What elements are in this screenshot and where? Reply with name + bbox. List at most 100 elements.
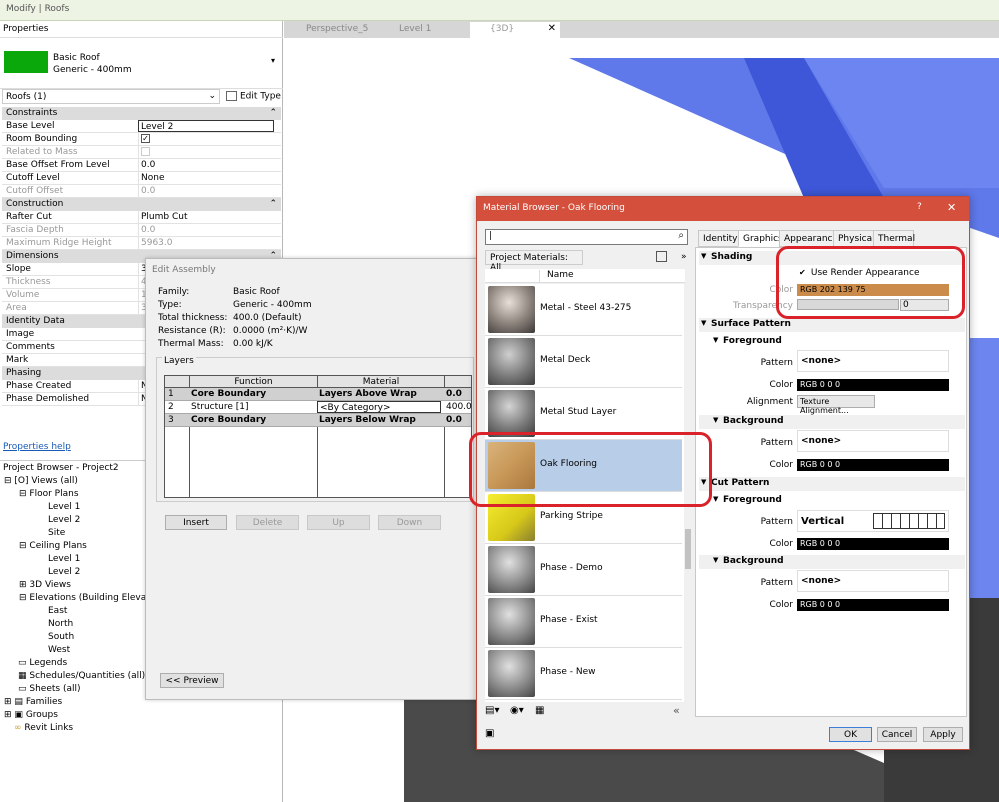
library-icon[interactable]: ▤▾ xyxy=(485,705,499,716)
collapse-icon[interactable]: « xyxy=(673,704,680,717)
surface-fg-pattern[interactable]: <none> xyxy=(797,350,949,372)
view-toggle-icon[interactable] xyxy=(656,251,667,262)
expand-icon: ⊞ xyxy=(19,580,27,590)
tree-item[interactable]: South xyxy=(48,632,74,642)
tree-elevations[interactable]: ⊟ Elevations (Building Elevation xyxy=(19,593,163,603)
instance-selector[interactable]: Roofs (1) ⌄ xyxy=(2,89,220,104)
prop-value[interactable]: 0.0 xyxy=(138,159,274,171)
tree-views[interactable]: ⊟ [O] Views (all) xyxy=(4,476,78,486)
type-selector[interactable]: Basic Roof Generic - 400mm ▾ xyxy=(0,37,283,89)
insert-button[interactable]: Insert xyxy=(165,515,227,530)
delete-button[interactable]: Delete xyxy=(236,515,299,530)
cut-background-section[interactable]: ▼ Background xyxy=(699,555,965,569)
cut-fg-color[interactable]: RGB 0 0 0 xyxy=(797,538,949,550)
group-constraints[interactable]: Constraints ⌃ xyxy=(2,107,281,120)
tree-ceiling-plans[interactable]: ⊟ Ceiling Plans xyxy=(19,541,87,551)
material-col-header: Material xyxy=(317,376,444,388)
edit-type-button[interactable]: Edit Type xyxy=(226,89,281,104)
surface-fg-color[interactable]: RGB 0 0 0 xyxy=(797,379,949,391)
group-icon: ▣ xyxy=(14,710,23,720)
tree-revit-links[interactable]: ∞ Revit Links xyxy=(14,723,73,733)
list-item[interactable]: Metal Deck xyxy=(485,336,682,388)
cut-pattern-section[interactable]: ▼ Cut Pattern xyxy=(699,477,965,491)
up-button[interactable]: Up xyxy=(307,515,370,530)
material-filter[interactable]: Project Materials: All xyxy=(485,250,583,273)
create-material-icon[interactable]: ◉▾ xyxy=(510,705,524,716)
tree-item[interactable]: Site xyxy=(48,528,65,538)
tree-sheets[interactable]: ▭ Sheets (all) xyxy=(18,684,81,694)
group-construction[interactable]: Construction ⌃ xyxy=(2,198,281,211)
prop-base-offset[interactable]: Base Offset From Level 0.0 xyxy=(2,159,281,172)
tree-item[interactable]: Level 1 xyxy=(48,502,80,512)
properties-help-link[interactable]: Properties help xyxy=(3,442,71,452)
surface-background-section[interactable]: ▼ Background xyxy=(699,415,965,429)
close-button[interactable]: ✕ xyxy=(947,201,956,214)
tab-thermal[interactable]: Thermal xyxy=(873,230,915,247)
preview-button[interactable]: << Preview xyxy=(160,673,224,688)
tab-identity[interactable]: Identity xyxy=(698,230,739,247)
collapse-icon: ⌃ xyxy=(269,199,277,209)
collapse-icon[interactable]: ⊟ xyxy=(4,476,12,486)
list-item[interactable]: Phase - Exist xyxy=(485,596,682,648)
cut-bg-color[interactable]: RGB 0 0 0 xyxy=(797,599,949,611)
tab-graphics[interactable]: Graphics xyxy=(738,230,783,247)
list-item[interactable]: Phase - New xyxy=(485,648,682,700)
table-row[interactable]: 1 Core Boundary Layers Above Wrap 0.0 xyxy=(165,388,471,401)
prop-base-level[interactable]: Base Level Level 2 xyxy=(2,120,281,133)
scrollbar-thumb[interactable] xyxy=(685,529,691,569)
tab-appearance[interactable]: Appearance xyxy=(779,230,838,247)
down-button[interactable]: Down xyxy=(378,515,441,530)
close-icon[interactable]: ✕ xyxy=(548,23,556,34)
tab-level-1[interactable]: Level 1 xyxy=(379,22,469,38)
thermal-mass-label: Thermal Mass: xyxy=(158,339,224,349)
family-label: Family: xyxy=(158,287,190,297)
prop-rafter-cut[interactable]: Rafter Cut Plumb Cut xyxy=(2,211,281,224)
list-item[interactable]: Phase - Demo xyxy=(485,544,682,596)
tree-families[interactable]: ⊞ ▤ Families xyxy=(4,697,62,707)
prop-value[interactable]: None xyxy=(138,172,274,184)
material-field[interactable]: <By Category> xyxy=(317,401,441,413)
tree-groups[interactable]: ⊞ ▣ Groups xyxy=(4,710,58,720)
surface-foreground-section[interactable]: ▼ Foreground xyxy=(699,335,965,349)
tree-item[interactable]: Level 2 xyxy=(48,515,80,525)
material-settings-icon[interactable]: ▣ xyxy=(485,728,494,739)
apply-button[interactable]: Apply xyxy=(923,727,963,742)
cut-bg-pattern[interactable]: <none> xyxy=(797,570,949,592)
tab-3d[interactable]: {3D} ✕ xyxy=(470,22,560,38)
tree-legends[interactable]: ▭ Legends xyxy=(18,658,67,668)
cut-foreground-section[interactable]: ▼ Foreground xyxy=(699,494,965,508)
ok-button[interactable]: OK xyxy=(829,727,872,742)
tree-floor-plans[interactable]: ⊟ Floor Plans xyxy=(19,489,79,499)
tree-3d-views[interactable]: ⊞ 3D Views xyxy=(19,580,71,590)
chevron-down-icon[interactable]: ▾ xyxy=(271,56,275,65)
prop-cutoff-level[interactable]: Cutoff Level None xyxy=(2,172,281,185)
surface-bg-color[interactable]: RGB 0 0 0 xyxy=(797,459,949,471)
texture-alignment-button[interactable]: Texture Alignment... xyxy=(797,395,875,415)
surface-bg-pattern[interactable]: <none> xyxy=(797,430,949,452)
tab-physical[interactable]: Physical xyxy=(833,230,875,247)
section-title: Surface Pattern xyxy=(711,319,791,329)
table-row[interactable]: 2 Structure [1] <By Category> 400.0 xyxy=(165,401,472,414)
tab-perspective[interactable]: Perspective_5 xyxy=(286,22,376,38)
search-icon[interactable]: ⌕ xyxy=(678,230,684,241)
prop-room-bounding[interactable]: Room Bounding ✓ xyxy=(2,133,281,146)
search-input[interactable]: | ⌕ xyxy=(485,229,688,245)
room-bounding-checkbox[interactable]: ✓ xyxy=(138,133,274,145)
table-row[interactable]: 3 Core Boundary Layers Below Wrap 0.0 xyxy=(165,414,471,427)
prop-value[interactable]: Plumb Cut xyxy=(138,211,274,223)
tree-item[interactable]: Level 1 xyxy=(48,554,80,564)
cancel-button[interactable]: Cancel xyxy=(877,727,917,742)
cut-fg-pattern[interactable]: Vertical xyxy=(797,510,949,532)
base-level-field[interactable]: Level 2 xyxy=(138,120,274,132)
tree-schedules[interactable]: ▦ Schedules/Quantities (all) xyxy=(18,671,145,681)
asset-browser-icon[interactable]: ▦ xyxy=(535,705,544,716)
tree-item[interactable]: West xyxy=(48,645,70,655)
list-item[interactable]: Metal - Steel 43-275 xyxy=(485,284,682,336)
surface-pattern-section[interactable]: ▼ Surface Pattern xyxy=(699,318,965,332)
help-button[interactable]: ? xyxy=(917,202,922,212)
tree-item[interactable]: North xyxy=(48,619,73,629)
tree-item[interactable]: Level 2 xyxy=(48,567,80,577)
name-col-header[interactable]: Name xyxy=(539,270,574,283)
tree-item[interactable]: East xyxy=(48,606,67,616)
expand-panel-icon[interactable]: » xyxy=(681,252,687,262)
